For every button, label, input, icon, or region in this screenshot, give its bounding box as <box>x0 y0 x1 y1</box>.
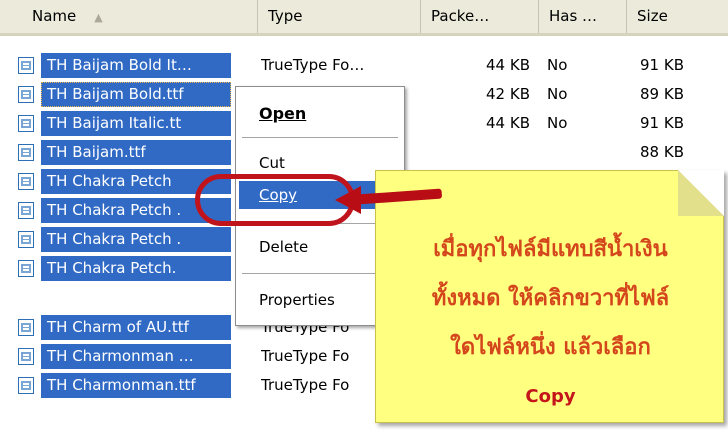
packed-size <box>430 138 530 167</box>
has-password: No <box>547 56 568 74</box>
font-file-icon <box>18 115 34 132</box>
file-type: TrueType Fo… <box>261 56 365 74</box>
callout-line-2: ทั้งหมด ให้คลิกขวาที่ไฟล์ <box>431 286 670 311</box>
note-fold <box>678 170 724 216</box>
copy-highlight-ring <box>195 174 355 226</box>
file-name: TH Chakra Petch . <box>47 201 182 219</box>
font-file-icon <box>18 348 34 365</box>
column-header-bar: Name ▲ Type Packe… Has … Size <box>0 0 728 36</box>
font-file-icon <box>18 231 34 248</box>
menu-item-delete-label: Delete <box>259 238 309 256</box>
file-size: 88 KB <box>640 143 684 161</box>
menu-separator <box>242 137 398 138</box>
menu-item-open[interactable]: Open <box>259 101 306 127</box>
file-name: TH Baijam Bold.ttf <box>47 85 184 103</box>
menu-item-cut-label: Cut <box>259 154 285 172</box>
file-size: 89 KB <box>640 85 684 103</box>
font-file-icon <box>18 202 34 219</box>
menu-item-properties[interactable]: Properties <box>259 287 335 313</box>
font-file-icon <box>18 260 34 277</box>
callout-line-3: ใดไฟล์หนึ่ง แล้วเลือก <box>450 335 651 360</box>
packed-size: 44 KB <box>486 56 530 74</box>
has-password: No <box>547 114 568 132</box>
font-file-icon <box>18 173 34 190</box>
column-header-size[interactable]: Size <box>627 0 728 33</box>
column-header-type-label: Type <box>268 7 303 25</box>
font-file-icon <box>18 57 34 74</box>
file-name: TH Chakra Petch <box>47 172 172 190</box>
file-name: TH Charmonman.ttf <box>47 376 196 394</box>
column-header-has[interactable]: Has … <box>539 0 627 33</box>
column-header-size-label: Size <box>637 7 668 25</box>
file-name: TH Charm of AU.ttf <box>47 318 189 336</box>
callout-line-1: เมื่อทุกไฟล์มีแทบสีน้ำเงิน <box>433 237 668 262</box>
font-file-icon <box>18 319 34 336</box>
callout-copy-word: Copy <box>525 386 576 407</box>
has-password <box>547 138 617 167</box>
menu-item-delete[interactable]: Delete <box>259 234 308 260</box>
instruction-callout: เมื่อทุกไฟล์มีแทบสีน้ำเงิน ทั้งหมด ให้คล… <box>375 170 724 423</box>
file-name: TH Baijam Italic.tt <box>47 114 182 132</box>
column-header-type[interactable]: Type <box>258 0 421 33</box>
menu-item-open-label: Open <box>259 104 307 123</box>
file-name: TH Chakra Petch. <box>47 259 177 277</box>
column-header-name[interactable]: Name ▲ <box>22 0 258 33</box>
column-header-packed[interactable]: Packe… <box>421 0 539 33</box>
file-size: 91 KB <box>640 56 684 74</box>
table-row[interactable]: TH Baijam Bold It… TrueType Fo… 44 KB No… <box>0 51 728 80</box>
sort-ascending-icon: ▲ <box>94 11 103 24</box>
font-file-icon <box>18 144 34 161</box>
file-name: TH Baijam Bold It… <box>47 56 192 74</box>
column-header-has-label: Has … <box>549 7 598 25</box>
file-name: TH Baijam.ttf <box>47 143 146 161</box>
column-header-packed-label: Packe… <box>431 7 490 25</box>
column-header-name-label: Name <box>32 7 77 25</box>
packed-size: 44 KB <box>486 114 530 132</box>
file-name: TH Charmonman … <box>47 347 194 365</box>
menu-item-cut[interactable]: Cut <box>259 150 285 176</box>
has-password: No <box>547 85 568 103</box>
packed-size: 42 KB <box>486 85 530 103</box>
menu-item-properties-label: Properties <box>259 291 335 309</box>
pointer-arrow-icon <box>335 186 361 214</box>
font-file-icon <box>18 86 34 103</box>
font-file-icon <box>18 377 34 394</box>
file-size: 91 KB <box>640 114 684 132</box>
file-name: TH Chakra Petch . <box>47 230 182 248</box>
file-list-window: Name ▲ Type Packe… Has … Size TH Baijam B… <box>0 0 728 434</box>
